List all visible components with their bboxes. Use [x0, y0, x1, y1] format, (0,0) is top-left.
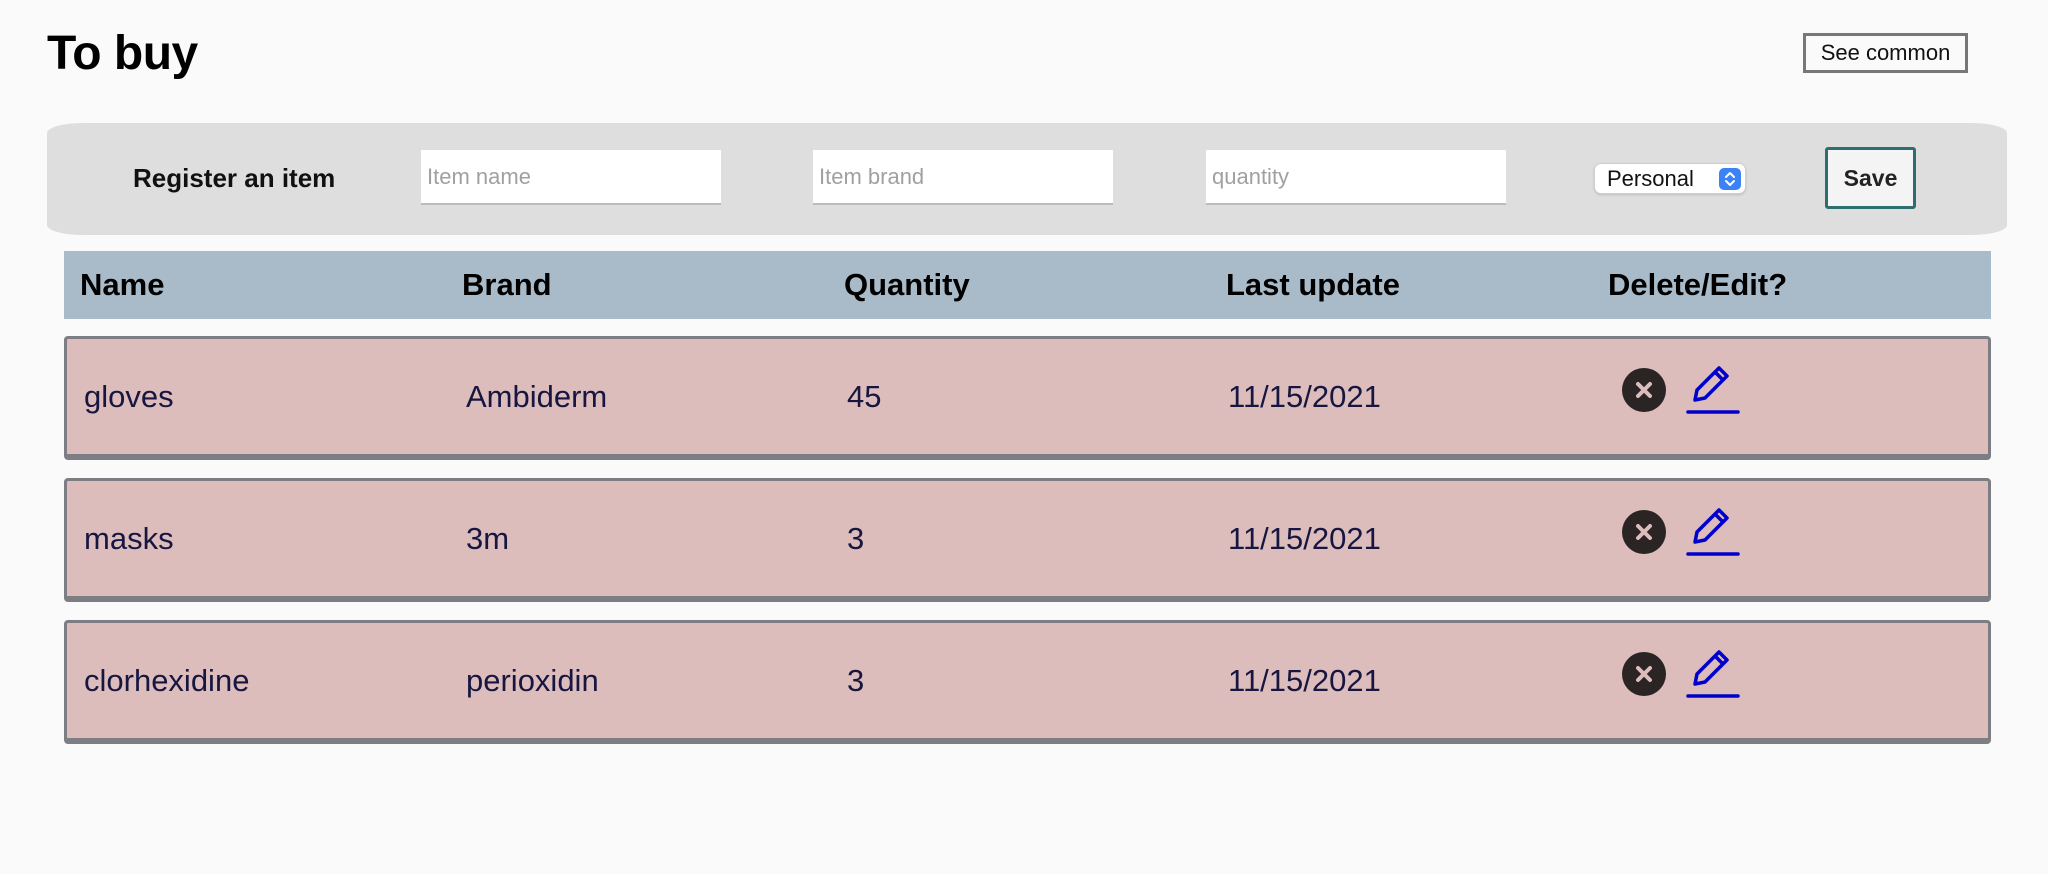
save-button[interactable]: Save [1825, 147, 1916, 209]
page-title: To buy [47, 27, 198, 80]
column-header-quantity: Quantity [844, 267, 970, 302]
category-select-value: Personal [1607, 165, 1694, 191]
pencil-icon[interactable] [1686, 364, 1740, 416]
item-brand-cell: 3m [466, 521, 510, 556]
chevron-up-down-icon [1719, 168, 1741, 190]
delete-icon[interactable] [1622, 368, 1666, 412]
delete-icon[interactable] [1622, 652, 1666, 696]
item-quantity-cell: 3 [847, 663, 865, 698]
column-header-brand: Brand [462, 267, 552, 302]
item-name-cell: masks [84, 521, 174, 556]
delete-icon[interactable] [1622, 510, 1666, 554]
table-row: masks 3m 3 11/15/2021 [64, 478, 1991, 602]
column-header-name: Name [80, 267, 165, 302]
item-name-cell: gloves [84, 379, 174, 414]
item-name-input[interactable] [421, 150, 721, 205]
item-quantity-cell: 45 [847, 379, 882, 414]
item-name-cell: clorhexidine [84, 663, 250, 698]
pencil-icon[interactable] [1686, 648, 1740, 700]
item-brand-input[interactable] [813, 150, 1113, 205]
register-item-label: Register an item [133, 163, 336, 193]
quantity-input[interactable] [1206, 150, 1506, 205]
item-brand-cell: Ambiderm [466, 379, 608, 414]
pencil-icon[interactable] [1686, 506, 1740, 558]
item-last-update-cell: 11/15/2021 [1228, 663, 1381, 698]
item-last-update-cell: 11/15/2021 [1228, 521, 1381, 556]
column-header-actions: Delete/Edit? [1608, 267, 1788, 302]
table-row: gloves Ambiderm 45 11/15/2021 [64, 336, 1991, 460]
column-header-last-update: Last update [1226, 267, 1400, 302]
item-quantity-cell: 3 [847, 521, 865, 556]
see-common-button[interactable]: See common [1803, 33, 1968, 73]
item-last-update-cell: 11/15/2021 [1228, 379, 1381, 414]
table-row: clorhexidine perioxidin 3 11/15/2021 [64, 620, 1991, 744]
item-brand-cell: perioxidin [466, 663, 599, 698]
category-select[interactable]: Personal [1594, 163, 1746, 194]
